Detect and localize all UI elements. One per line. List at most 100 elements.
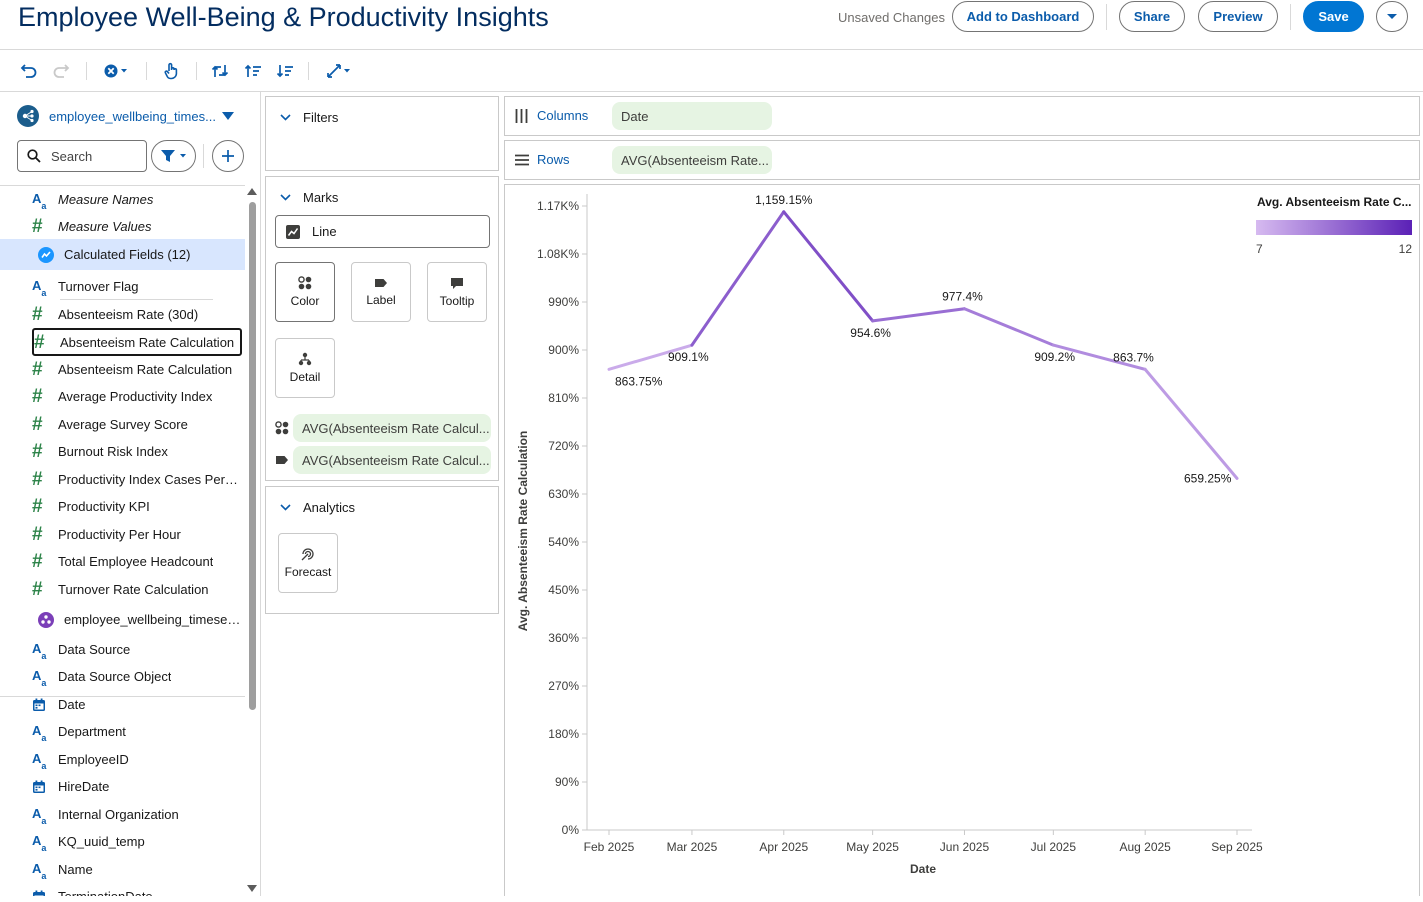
field-item[interactable]: # Productivity Per Hour (0, 521, 245, 548)
color-icon (298, 276, 312, 290)
sort-ascending-button[interactable] (244, 61, 262, 81)
field-item[interactable]: # Productivity Index Cases Per ... (0, 466, 245, 493)
filters-title: Filters (303, 110, 339, 125)
y-tick-label: 1.17K% (537, 199, 579, 213)
field-item[interactable]: Aa KQ_uuid_temp (0, 828, 245, 855)
label-mark-button[interactable]: Label (351, 262, 411, 322)
color-mark-button[interactable]: Color (275, 262, 335, 322)
calendar-icon (32, 890, 54, 896)
search-input[interactable]: Search (17, 140, 147, 172)
text-field-icon: Aa (32, 667, 47, 689)
text-field-icon: Aa (32, 750, 47, 772)
datasource-name[interactable]: employee_wellbeing_times... (49, 109, 216, 124)
field-item[interactable]: Aa EmployeeID (0, 746, 245, 773)
tooltip-icon (451, 277, 463, 289)
marks-card: Marks Line Color Label Tooltip Detail AV… (265, 176, 499, 481)
swap-axes-button[interactable] (211, 61, 229, 81)
field-item[interactable]: # Burnout Risk Index (0, 438, 245, 465)
add-field-button[interactable] (212, 140, 244, 172)
swap-icon (211, 65, 229, 77)
field-label: TerminationDate (58, 889, 153, 896)
field-item[interactable]: Aa Data Source (0, 636, 245, 663)
color-field-pill[interactable]: AVG(Absenteeism Rate Calcul... (293, 414, 491, 442)
label-encoding-icon (276, 456, 288, 464)
add-to-dashboard-button[interactable]: Add to Dashboard (952, 1, 1094, 32)
toolbar-divider (146, 62, 147, 80)
number-icon: # (32, 524, 43, 545)
columns-date-pill[interactable]: Date (612, 102, 772, 130)
data-label: 659.25% (1184, 471, 1232, 485)
rows-shelf[interactable]: Rows AVG(Absenteeism Rate... (504, 140, 1420, 180)
undo-button[interactable] (20, 61, 38, 81)
clear-sheet-button[interactable] (103, 61, 131, 81)
datasource-dropdown-icon[interactable] (222, 112, 234, 120)
number-icon: # (32, 469, 43, 490)
field-item[interactable]: # Measure Values (0, 213, 245, 240)
field-item[interactable]: # Absenteeism Rate Calculation (0, 356, 245, 383)
field-item[interactable]: # Turnover Rate Calculation (0, 576, 245, 603)
more-options-button[interactable] (1376, 1, 1408, 32)
y-tick-label: 990% (548, 295, 579, 309)
field-label: Data Source Object (58, 669, 172, 684)
redo-icon (53, 64, 70, 78)
marks-header[interactable]: Marks (280, 190, 338, 205)
tooltip-mark-button[interactable]: Tooltip (427, 262, 487, 322)
label-field-pill[interactable]: AVG(Absenteeism Rate Calcul... (293, 446, 491, 474)
field-item[interactable]: # Absenteeism Rate (30d) (0, 301, 245, 328)
rows-measure-pill[interactable]: AVG(Absenteeism Rate... (612, 146, 772, 174)
y-tick-label: 360% (548, 631, 579, 645)
analytics-header[interactable]: Analytics (280, 500, 355, 515)
field-item[interactable]: Aa Department (0, 718, 245, 745)
columns-shelf[interactable]: Columns Date (504, 96, 1420, 136)
field-filter-button[interactable] (151, 140, 196, 172)
save-button[interactable]: Save (1303, 1, 1364, 32)
field-item[interactable]: Aa Data Source Object (0, 663, 245, 690)
x-tick-label: Apr 2025 (759, 840, 808, 854)
field-item[interactable]: TerminationDate (0, 883, 245, 896)
sort-descending-button[interactable] (276, 61, 294, 81)
calculated-folder-icon (38, 246, 56, 263)
field-item[interactable]: # Average Productivity Index (0, 383, 245, 410)
text-field-icon: Aa (32, 860, 47, 882)
fit-view-button[interactable] (325, 61, 353, 81)
forecast-button[interactable]: Forecast (278, 533, 338, 593)
text-field-icon: Aa (32, 722, 47, 744)
text-field-icon: Aa (32, 640, 47, 662)
scroll-up-icon[interactable] (247, 188, 257, 195)
detail-mark-button[interactable]: Detail (275, 338, 335, 398)
mark-type-label: Line (312, 224, 337, 239)
field-item[interactable]: Aa Turnover Flag (0, 273, 245, 300)
touch-mode-button[interactable] (162, 61, 180, 81)
field-item[interactable]: Aa Measure Names (0, 186, 245, 213)
tooltip-mark-label: Tooltip (439, 293, 475, 308)
redo-button[interactable] (52, 61, 70, 81)
x-axis-title: Date (910, 862, 936, 876)
data-object-item[interactable]: employee_wellbeing_timeseri... (0, 606, 245, 633)
series-line-segment (1143, 367, 1239, 480)
mark-type-select[interactable]: Line (275, 215, 490, 248)
calculated-fields-folder[interactable]: Calculated Fields (12) (0, 239, 245, 270)
preview-button[interactable]: Preview (1198, 1, 1278, 32)
field-item[interactable]: # Total Employee Headcount (0, 548, 245, 575)
field-label: HireDate (58, 779, 110, 794)
data-label: 909.1% (668, 350, 709, 364)
scroll-thumb[interactable] (249, 202, 256, 710)
field-item[interactable]: Aa Internal Organization (0, 801, 245, 828)
panel-divider (203, 144, 204, 168)
header-divider (1290, 4, 1291, 30)
field-divider (60, 299, 213, 300)
scroll-down-icon[interactable] (247, 885, 257, 892)
field-item[interactable]: Aa Name (0, 856, 245, 883)
field-item[interactable]: # Absenteeism Rate Calculation (32, 328, 242, 356)
filters-header[interactable]: Filters (280, 110, 338, 125)
field-item[interactable]: HireDate (0, 773, 245, 800)
search-placeholder: Search (51, 148, 93, 164)
field-list-scrollbar[interactable] (245, 185, 260, 896)
field-label: Turnover Flag (58, 279, 139, 294)
share-button[interactable]: Share (1119, 1, 1185, 32)
field-item[interactable]: # Productivity KPI (0, 493, 245, 520)
marks-title: Marks (303, 190, 339, 205)
field-item[interactable]: # Average Survey Score (0, 411, 245, 438)
clear-icon (104, 64, 127, 78)
chevron-down-icon (280, 504, 291, 511)
